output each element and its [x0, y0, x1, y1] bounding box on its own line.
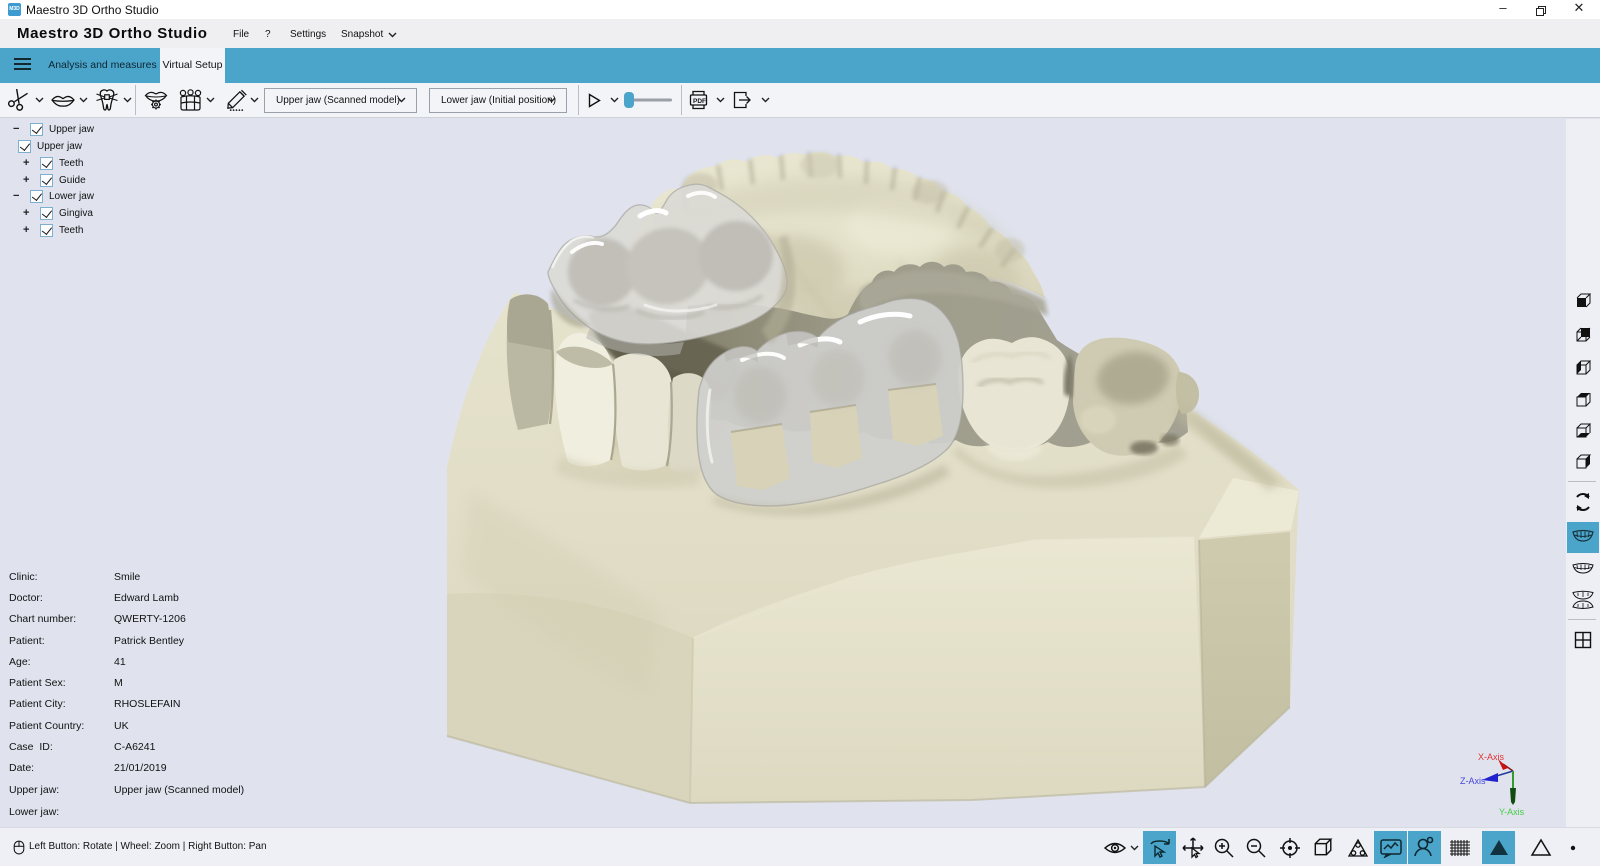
svg-text:X-Axis: X-Axis — [1478, 752, 1505, 762]
svg-text:Y-Axis: Y-Axis — [1499, 807, 1525, 817]
svg-text:Z-Axis: Z-Axis — [1460, 776, 1486, 786]
svg-text:PDF: PDF — [693, 98, 706, 105]
